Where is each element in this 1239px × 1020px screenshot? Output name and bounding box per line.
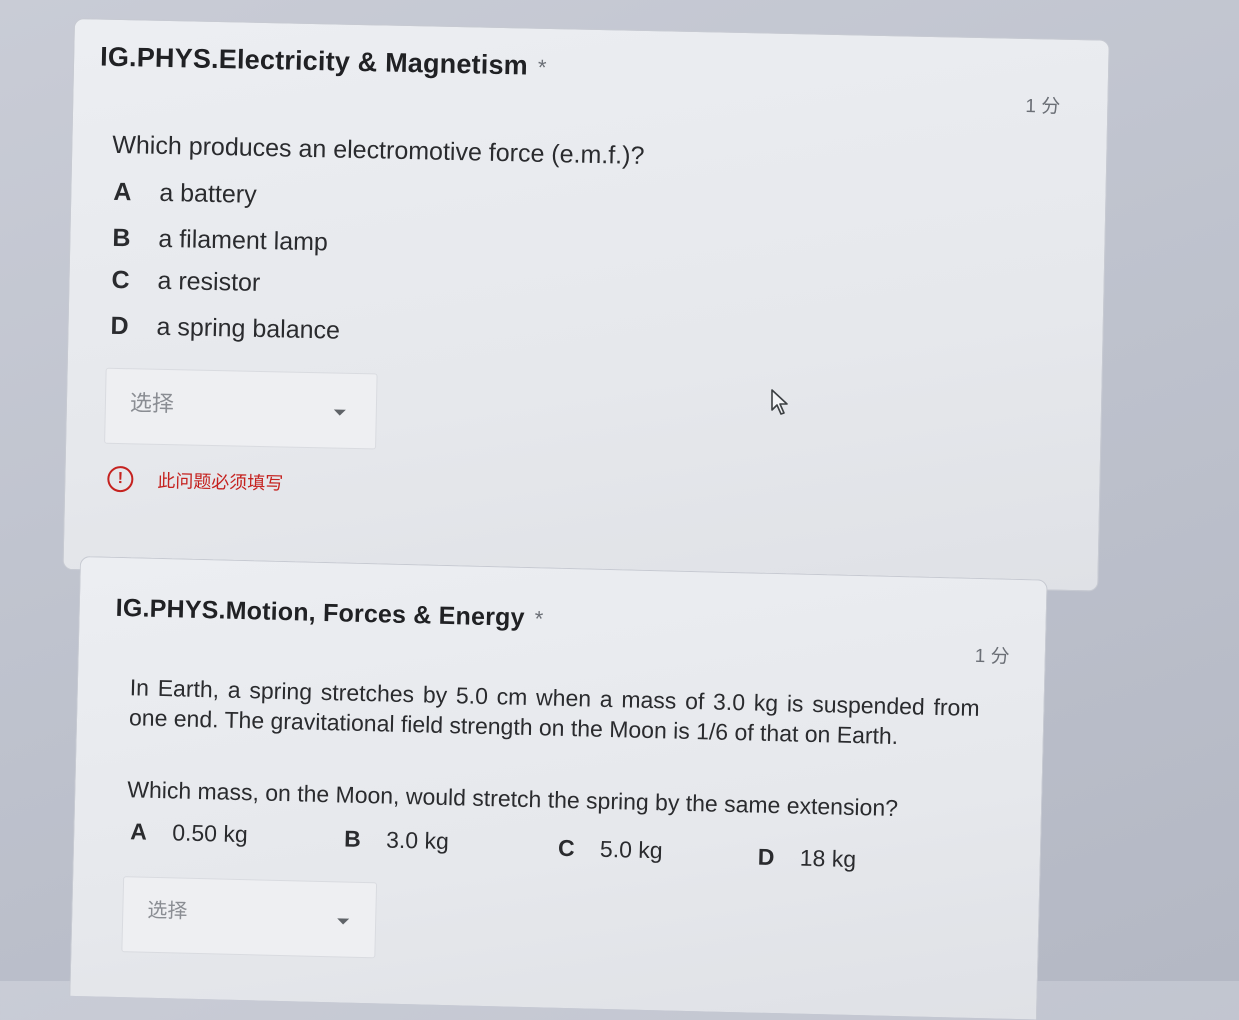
question-card-motion: IG.PHYS.Motion, Forces & Energy * 1 分 In …: [69, 556, 1048, 1020]
option-letter: C: [557, 834, 575, 862]
required-marker: *: [534, 606, 544, 632]
question-title: IG.PHYS.Motion, Forces & Energy *: [115, 594, 543, 633]
error-icon: !: [107, 465, 134, 493]
option-c: C 5.0 kg: [558, 835, 663, 865]
option-b: B 3.0 kg: [344, 826, 449, 856]
error-message: 此问题必须填写: [157, 470, 284, 494]
option-text: 3.0 kg: [385, 826, 450, 855]
option-b: Ba filament lamp: [112, 224, 328, 258]
option-text: a spring balance: [156, 312, 341, 345]
dropdown-placeholder: 选择: [147, 899, 188, 923]
option-text: a filament lamp: [158, 224, 329, 257]
question-title: IG.PHYS.Electricity & Magnetism *: [100, 42, 547, 82]
option-text: 5.0 kg: [599, 835, 663, 864]
option-letter: D: [757, 843, 775, 871]
required-marker: *: [537, 54, 547, 80]
option-d: D 18 kg: [758, 844, 857, 873]
chevron-down-icon: [333, 409, 346, 416]
option-letter: A: [113, 177, 132, 207]
dropdown-placeholder: 选择: [129, 390, 175, 417]
points-label: 1 分: [974, 645, 1010, 668]
question-stem: In Earth, a spring stretches by 5.0 cm w…: [128, 674, 980, 750]
option-c: Ca resistor: [111, 266, 260, 298]
mouse-pointer-icon: [771, 389, 788, 415]
option-letter: C: [111, 265, 130, 295]
option-letter: D: [110, 311, 129, 341]
question-title-text: IG.PHYS.Electricity & Magnetism: [99, 41, 529, 81]
option-letter: A: [129, 818, 148, 845]
option-letter: B: [343, 825, 362, 852]
question-card-electricity: IG.PHYS.Electricity & Magnetism * 1 分 Whi…: [62, 18, 1110, 592]
question-title-text: IG.PHYS.Motion, Forces & Energy: [115, 593, 526, 632]
option-d: Da spring balance: [110, 312, 340, 346]
option-letter: B: [112, 223, 131, 253]
answer-dropdown[interactable]: 选择: [104, 367, 378, 450]
answer-dropdown[interactable]: 选择: [121, 876, 378, 959]
option-text: 18 kg: [799, 844, 857, 873]
option-text: a battery: [159, 178, 257, 209]
option-a: A 0.50 kg: [130, 818, 248, 848]
question-text: Which mass, on the Moon, would stretch t…: [126, 776, 899, 822]
chevron-down-icon: [337, 918, 350, 925]
points-label: 1 分: [1025, 95, 1061, 118]
option-text: 0.50 kg: [171, 819, 249, 848]
question-text: Which produces an electromotive force (e…: [112, 130, 645, 170]
option-a: Aa battery: [113, 178, 257, 210]
required-error: ! 此问题必须填写: [107, 465, 284, 496]
option-text: a resistor: [157, 266, 261, 297]
